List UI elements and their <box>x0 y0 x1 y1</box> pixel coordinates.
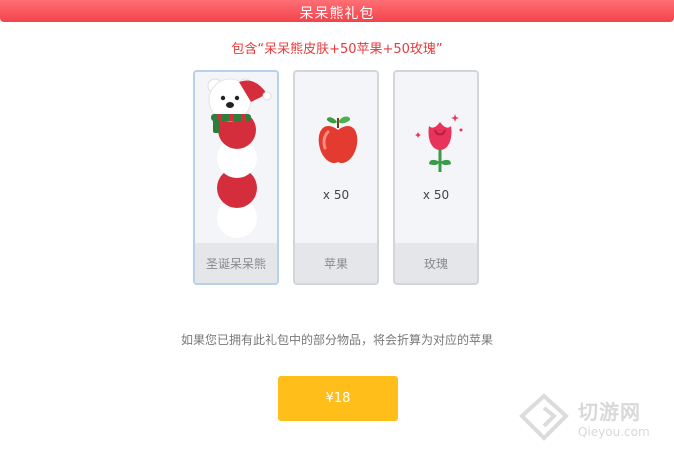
qieyou-logo-icon <box>519 393 569 441</box>
dialog-title: 呆呆熊礼包 <box>299 6 375 22</box>
package-contents-text: 包含“呆呆熊皮肤+50苹果+50玫瑰” <box>231 42 443 57</box>
item-name: 圣诞呆呆熊 <box>195 243 277 283</box>
item-quantity: x 50 <box>422 188 450 202</box>
buy-button[interactable]: ¥18 <box>278 376 398 421</box>
christmas-bear-skin-icon <box>207 78 272 238</box>
conversion-note: 如果您已拥有此礼包中的部分物品，将会折算为对应的苹果 <box>180 333 493 347</box>
watermark-text: 切游网 <box>578 400 641 424</box>
item-name: 玫瑰 <box>395 243 477 283</box>
apple-icon <box>318 116 358 164</box>
item-quantity: x 50 <box>322 188 350 202</box>
item-name: 苹果 <box>295 243 377 283</box>
item-card-bear-skin[interactable]: 圣诞呆呆熊 <box>193 70 279 285</box>
item-card-rose[interactable]: x 50 玫瑰 <box>393 70 479 285</box>
item-card-apple[interactable]: x 50 苹果 <box>293 70 379 285</box>
title-bar: 呆呆熊礼包 <box>0 0 674 22</box>
rose-icon <box>415 114 463 172</box>
watermark-url: Qieyou.com <box>578 425 650 439</box>
